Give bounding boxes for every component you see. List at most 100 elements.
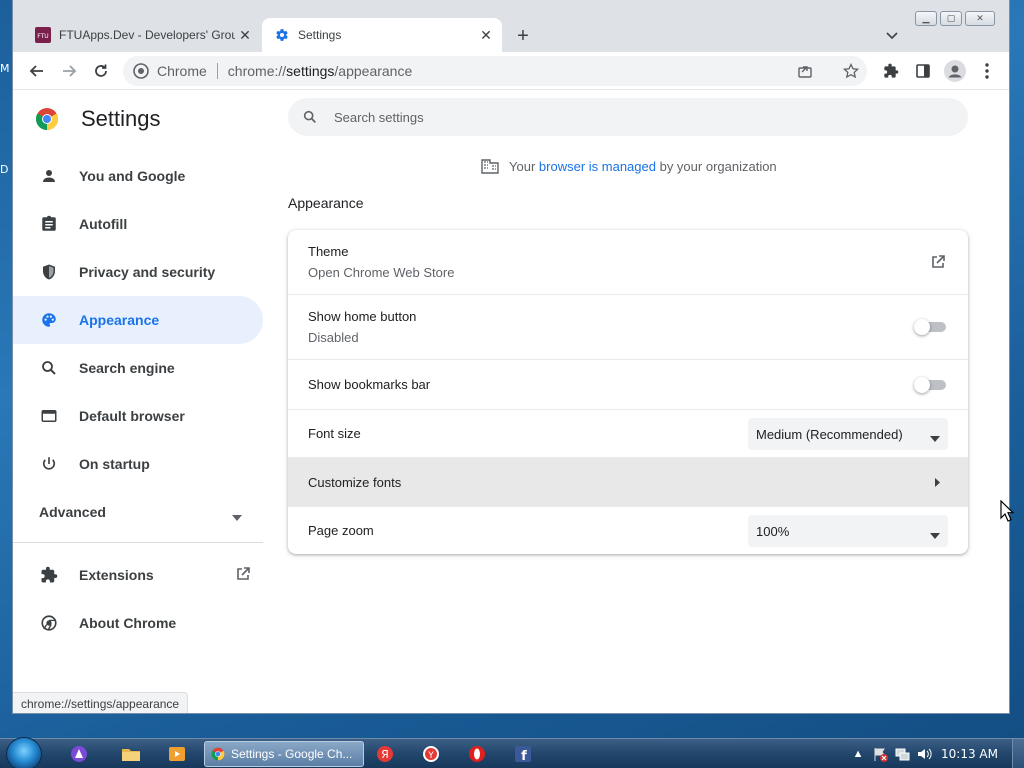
sidebar-divider: [13, 542, 263, 543]
yandex-browser-icon[interactable]: Y: [412, 742, 450, 766]
svg-text:f: f: [521, 749, 527, 763]
gear-icon: [274, 27, 290, 43]
minimize-icon[interactable]: ▁: [915, 11, 937, 26]
sidebar-item-autofill[interactable]: Autofill: [13, 200, 263, 248]
browser-window: FTU FTUApps.Dev - Developers' Grou ✕ Set…: [12, 0, 1010, 714]
volume-icon[interactable]: [915, 745, 933, 763]
font-size-value: Medium (Recommended): [756, 426, 903, 442]
chrome-logo-icon: [35, 107, 59, 131]
search-placeholder: Search settings: [334, 109, 424, 125]
reload-icon[interactable]: [87, 57, 115, 85]
search-settings-input[interactable]: Search settings: [288, 98, 968, 136]
sidebar-item-you-and-google[interactable]: You and Google: [13, 152, 263, 200]
sidebar-item-label: You and Google: [79, 168, 186, 184]
open-in-new-icon[interactable]: [930, 254, 946, 270]
opera-icon[interactable]: [458, 742, 496, 766]
file-explorer-icon[interactable]: [112, 742, 150, 766]
tab-strip: FTU FTUApps.Dev - Developers' Grou ✕ Set…: [13, 0, 1009, 52]
show-desktop-button[interactable]: [1012, 739, 1024, 768]
app-purple-icon[interactable]: [60, 742, 98, 766]
address-bar[interactable]: Chrome chrome://settings/appearance: [123, 56, 867, 86]
sidebar-item-label: About Chrome: [79, 615, 177, 631]
profile-avatar-icon[interactable]: [941, 57, 969, 85]
close-tab-icon[interactable]: ✕: [235, 25, 255, 45]
managed-text-prefix: Your: [509, 158, 536, 174]
sidebar-item-label: Appearance: [79, 312, 160, 328]
site-info-chip[interactable]: Chrome: [123, 63, 207, 79]
taskbar-chrome-window[interactable]: Settings - Google Ch...: [204, 741, 364, 767]
media-player-icon[interactable]: [158, 742, 196, 766]
bookmarks-bar-toggle[interactable]: [914, 377, 946, 393]
close-tab-icon[interactable]: ✕: [476, 25, 496, 45]
font-size-row: Font size Medium (Recommended): [288, 409, 968, 457]
chevron-down-icon: [930, 527, 940, 542]
bookmark-star-icon[interactable]: [843, 63, 859, 79]
svg-text:Я: Я: [381, 748, 389, 761]
forward-arrow-icon[interactable]: [55, 57, 83, 85]
sidebar-item-appearance[interactable]: Appearance: [13, 296, 263, 344]
browser-managed-link[interactable]: browser is managed: [539, 159, 656, 174]
omnibox-divider: [216, 63, 218, 79]
sidebar-item-about-chrome[interactable]: About Chrome: [13, 599, 263, 647]
side-panel-icon[interactable]: [909, 57, 937, 85]
chrome-logo-icon: [211, 747, 225, 761]
page-zoom-select[interactable]: 100%: [748, 515, 948, 547]
sidebar-item-on-startup[interactable]: On startup: [13, 440, 263, 488]
sidebar-item-search-engine[interactable]: Search engine: [13, 344, 263, 392]
customize-fonts-label: Customize fonts: [308, 474, 402, 490]
system-tray: ▲ 10:13 AM: [845, 739, 1024, 768]
settings-page: Settings You and Google Autofill Privacy…: [13, 90, 1009, 713]
extensions-puzzle-icon[interactable]: [877, 57, 905, 85]
sidebar-item-label: Autofill: [79, 216, 128, 232]
ftu-favicon-icon: FTU: [35, 27, 51, 43]
settings-sidebar: You and Google Autofill Privacy and secu…: [13, 152, 263, 647]
clipboard-icon: [39, 214, 59, 234]
taskbar-clock[interactable]: 10:13 AM: [941, 747, 998, 761]
theme-label: Theme: [308, 244, 349, 259]
network-icon[interactable]: [893, 745, 911, 763]
puzzle-icon: [39, 565, 59, 585]
theme-sublabel: Open Chrome Web Store: [308, 265, 455, 280]
tab-ftuapps[interactable]: FTU FTUApps.Dev - Developers' Grou ✕: [21, 18, 261, 52]
tab-settings[interactable]: Settings ✕: [262, 18, 502, 52]
chrome-logo-icon: [133, 63, 149, 79]
back-arrow-icon[interactable]: [23, 57, 51, 85]
sidebar-item-label: On startup: [79, 456, 150, 472]
font-size-select[interactable]: Medium (Recommended): [748, 418, 948, 450]
browser-toolbar: Chrome chrome://settings/appearance: [13, 52, 1009, 90]
bookmarks-bar-row[interactable]: Show bookmarks bar: [288, 359, 968, 409]
chevron-down-icon: [232, 508, 242, 524]
customize-fonts-row[interactable]: Customize fonts: [288, 457, 968, 506]
window-close-icon[interactable]: ✕: [965, 11, 995, 26]
new-tab-plus-icon[interactable]: +: [512, 25, 534, 47]
yandex-icon[interactable]: Я: [366, 742, 404, 766]
managed-notice: Your browser is managed by your organiza…: [481, 158, 777, 174]
action-center-flag-icon[interactable]: [871, 745, 889, 763]
browser-icon: [39, 406, 59, 426]
svg-text:Y: Y: [427, 751, 434, 761]
tab-search-chevron-icon[interactable]: [883, 27, 901, 45]
share-icon[interactable]: [797, 63, 813, 79]
open-in-new-icon: [235, 566, 251, 585]
menu-kebab-icon[interactable]: [973, 57, 1001, 85]
tab-title: FTUApps.Dev - Developers' Grou: [59, 28, 235, 42]
palette-icon: [39, 310, 59, 330]
page-zoom-value: 100%: [756, 523, 790, 539]
building-icon: [481, 158, 499, 174]
sidebar-item-default-browser[interactable]: Default browser: [13, 392, 263, 440]
theme-row[interactable]: Theme Open Chrome Web Store: [288, 230, 968, 294]
facebook-icon[interactable]: f: [504, 742, 542, 766]
chrome-logo-icon: [39, 613, 59, 633]
status-bubble-url: chrome://settings/appearance: [13, 692, 189, 713]
sidebar-item-extensions[interactable]: Extensions: [13, 551, 263, 599]
sidebar-advanced-toggle[interactable]: Advanced: [13, 488, 263, 536]
tray-expand-icon[interactable]: ▲: [849, 745, 867, 763]
start-button-icon[interactable]: [6, 737, 42, 768]
maximize-icon[interactable]: ▢: [940, 11, 962, 26]
managed-text-suffix: by your organization: [659, 158, 777, 174]
home-button-row[interactable]: Show home button Disabled: [288, 294, 968, 359]
sidebar-item-privacy[interactable]: Privacy and security: [13, 248, 263, 296]
home-button-sublabel: Disabled: [308, 330, 359, 345]
home-button-toggle[interactable]: [914, 319, 946, 335]
search-icon: [302, 109, 318, 125]
